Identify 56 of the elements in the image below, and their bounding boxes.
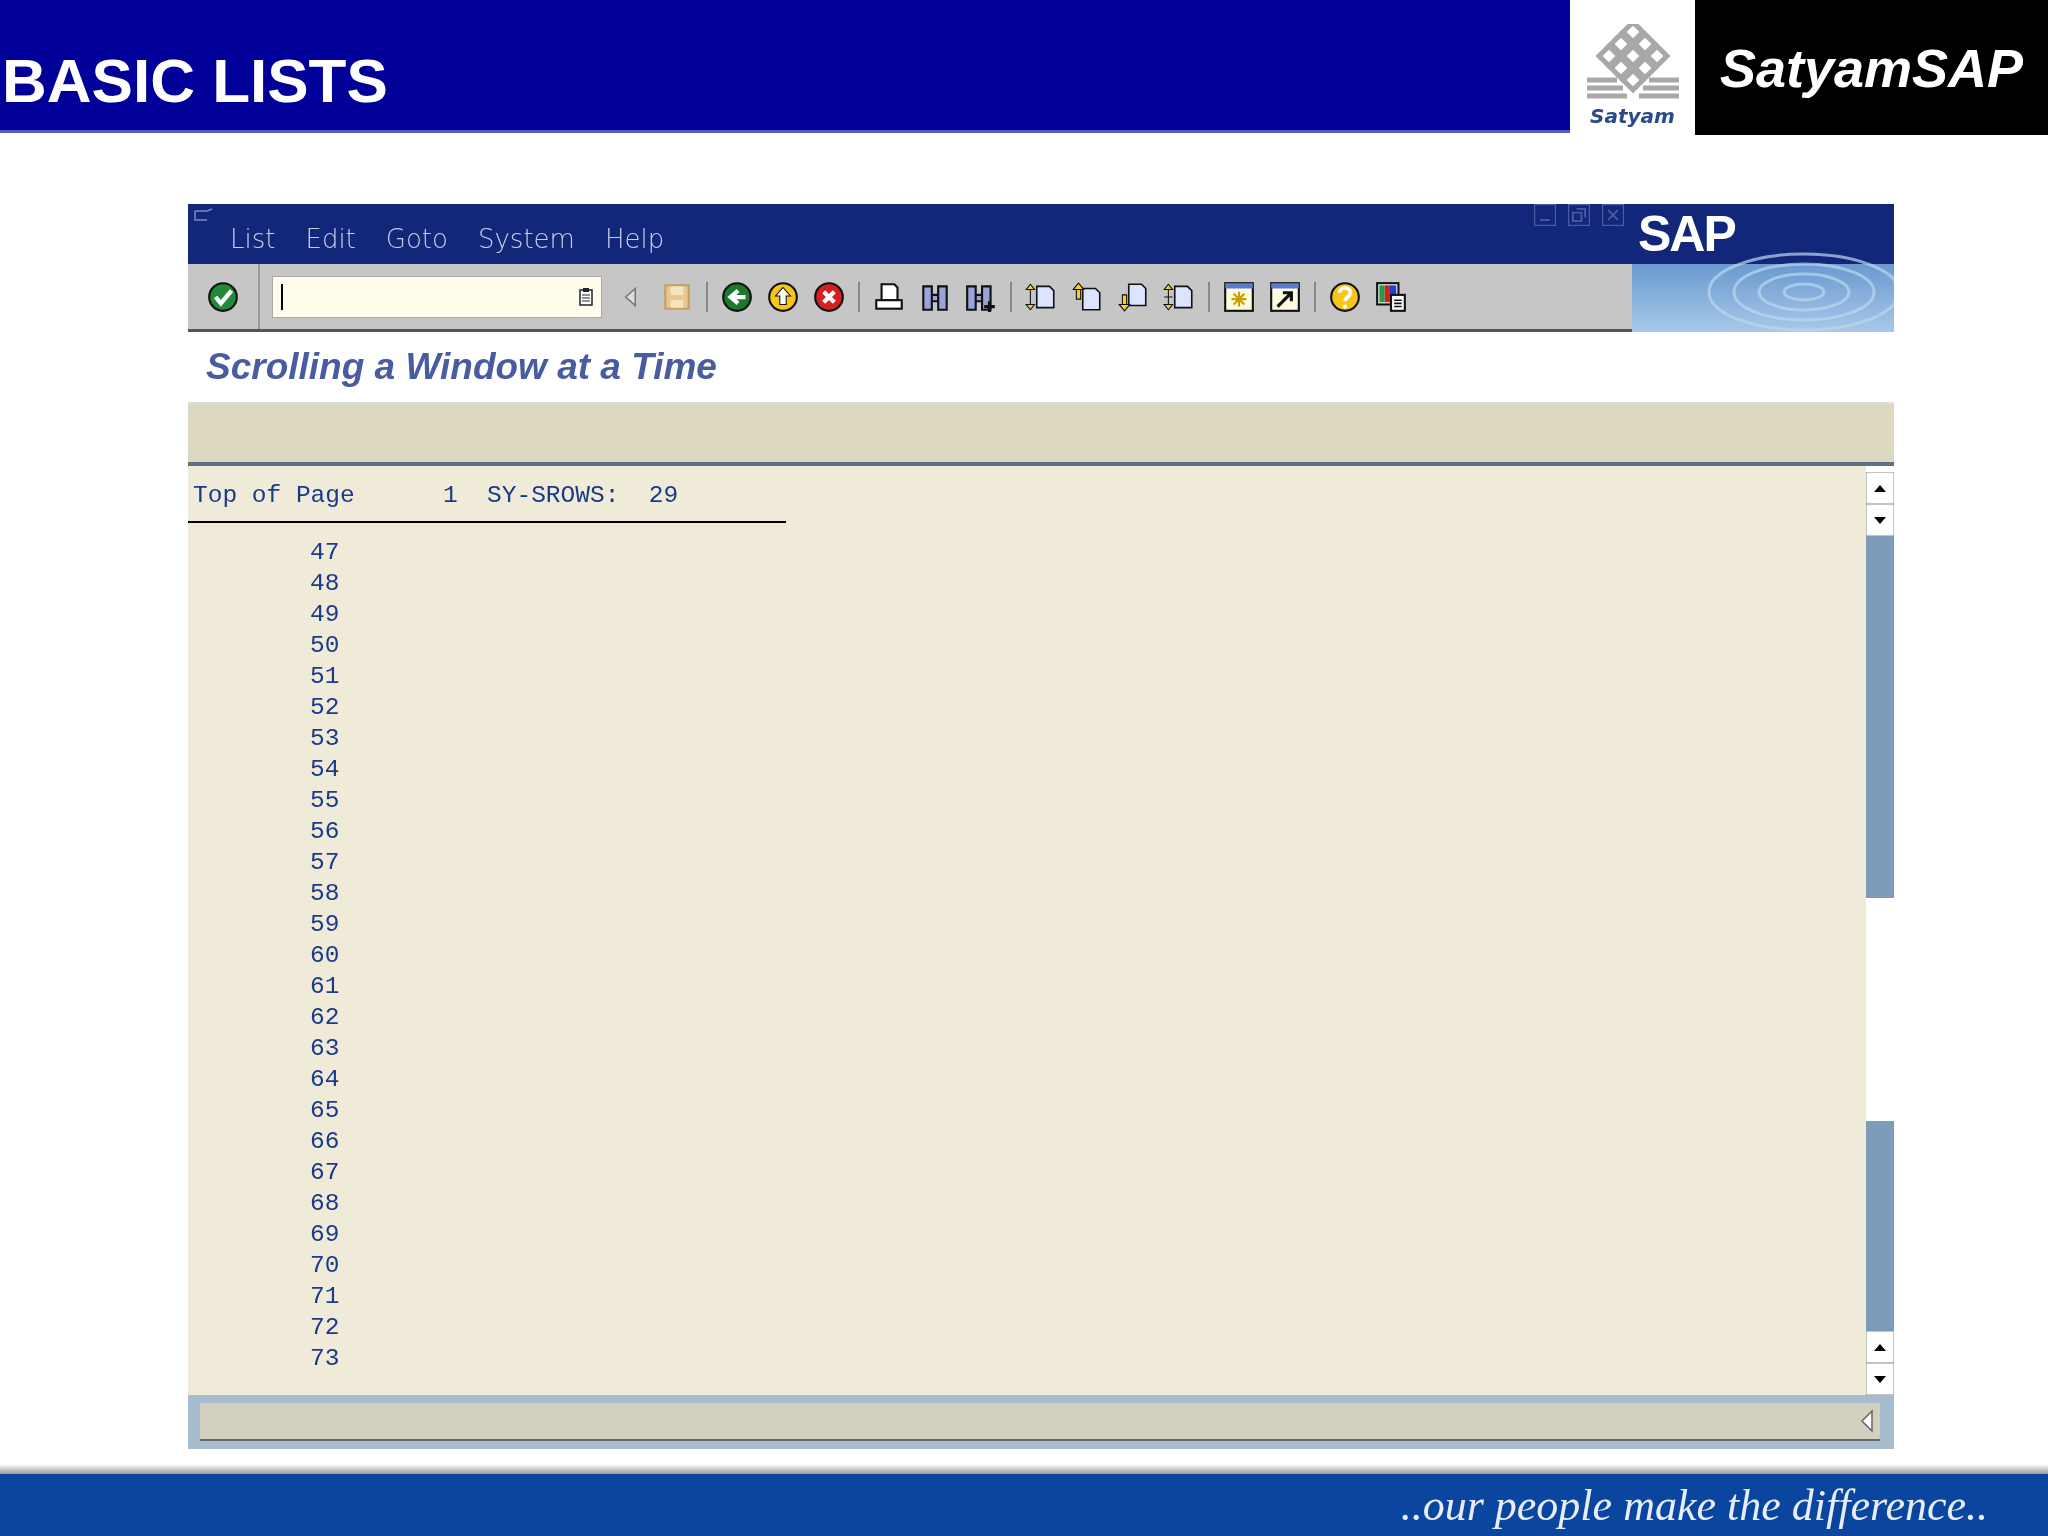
scroll-up-icon[interactable] <box>1866 472 1894 504</box>
list-line: 68 <box>309 1189 341 1219</box>
clipboard-icon[interactable] <box>579 287 593 306</box>
list-line: 58 <box>309 879 341 909</box>
list-line: 52 <box>309 693 341 723</box>
list-line: 54 <box>309 755 341 785</box>
window-menu-icon[interactable] <box>194 208 214 222</box>
list-line: 71 <box>309 1282 341 1312</box>
list-line: 49 <box>309 600 341 630</box>
new-session-icon[interactable] <box>1222 279 1256 314</box>
scroll-down-icon[interactable] <box>1866 504 1894 536</box>
list-line: 65 <box>309 1096 341 1126</box>
list-line: 72 <box>309 1313 341 1343</box>
menu-item[interactable]: List <box>230 224 276 254</box>
list-line: 56 <box>309 817 341 847</box>
list-line: 63 <box>309 1034 341 1064</box>
cancel-icon[interactable] <box>812 279 846 314</box>
menu-item[interactable]: System <box>477 224 575 254</box>
layout-icon[interactable] <box>1374 279 1408 314</box>
previous-page-icon[interactable] <box>1070 279 1104 314</box>
list-line: 51 <box>309 662 341 692</box>
scroll-up-icon[interactable] <box>1866 1331 1894 1363</box>
logo-caption: Satyam <box>1590 104 1675 128</box>
brand-name: SatyamSAP <box>1719 36 2024 99</box>
list-line: 73 <box>309 1344 341 1374</box>
list-line: 70 <box>309 1251 341 1281</box>
list-line: 47 <box>309 538 341 568</box>
help-icon[interactable] <box>1328 279 1362 314</box>
list-line: 50 <box>309 631 341 661</box>
list-line: 55 <box>309 786 341 816</box>
list-line: 48 <box>309 569 341 599</box>
list-line: 61 <box>309 972 341 1002</box>
screen-title: Scrolling a Window at a Time <box>206 346 717 388</box>
list-header: Top of Page 1 SY-SROWS: 29 <box>193 481 680 511</box>
list-line: 60 <box>309 941 341 971</box>
menu-item[interactable]: Help <box>604 224 665 254</box>
tagline: ..our people make the difference.. <box>1400 1479 1988 1531</box>
list-line: 69 <box>309 1220 341 1250</box>
back-icon[interactable] <box>720 279 754 314</box>
vertical-scrollbar[interactable] <box>1866 466 1894 1395</box>
menu-item[interactable]: Goto <box>385 224 448 254</box>
list-line: 64 <box>309 1065 341 1095</box>
list-line: 53 <box>309 724 341 754</box>
list-line: 57 <box>309 848 341 878</box>
list-line: 67 <box>309 1158 341 1188</box>
scroll-down-icon[interactable] <box>1866 1363 1894 1395</box>
enter-icon[interactable] <box>206 279 240 314</box>
list-line: 66 <box>309 1127 341 1157</box>
list-line: 59 <box>309 910 341 940</box>
command-field[interactable] <box>272 275 602 318</box>
list-line: 62 <box>309 1003 341 1033</box>
slide-title: BASIC LISTS <box>2 45 388 116</box>
menu-item[interactable]: Edit <box>305 224 356 254</box>
shortcut-icon[interactable] <box>1268 279 1302 314</box>
exit-icon[interactable] <box>766 279 800 314</box>
scroll-left-icon[interactable] <box>1860 1409 1874 1433</box>
